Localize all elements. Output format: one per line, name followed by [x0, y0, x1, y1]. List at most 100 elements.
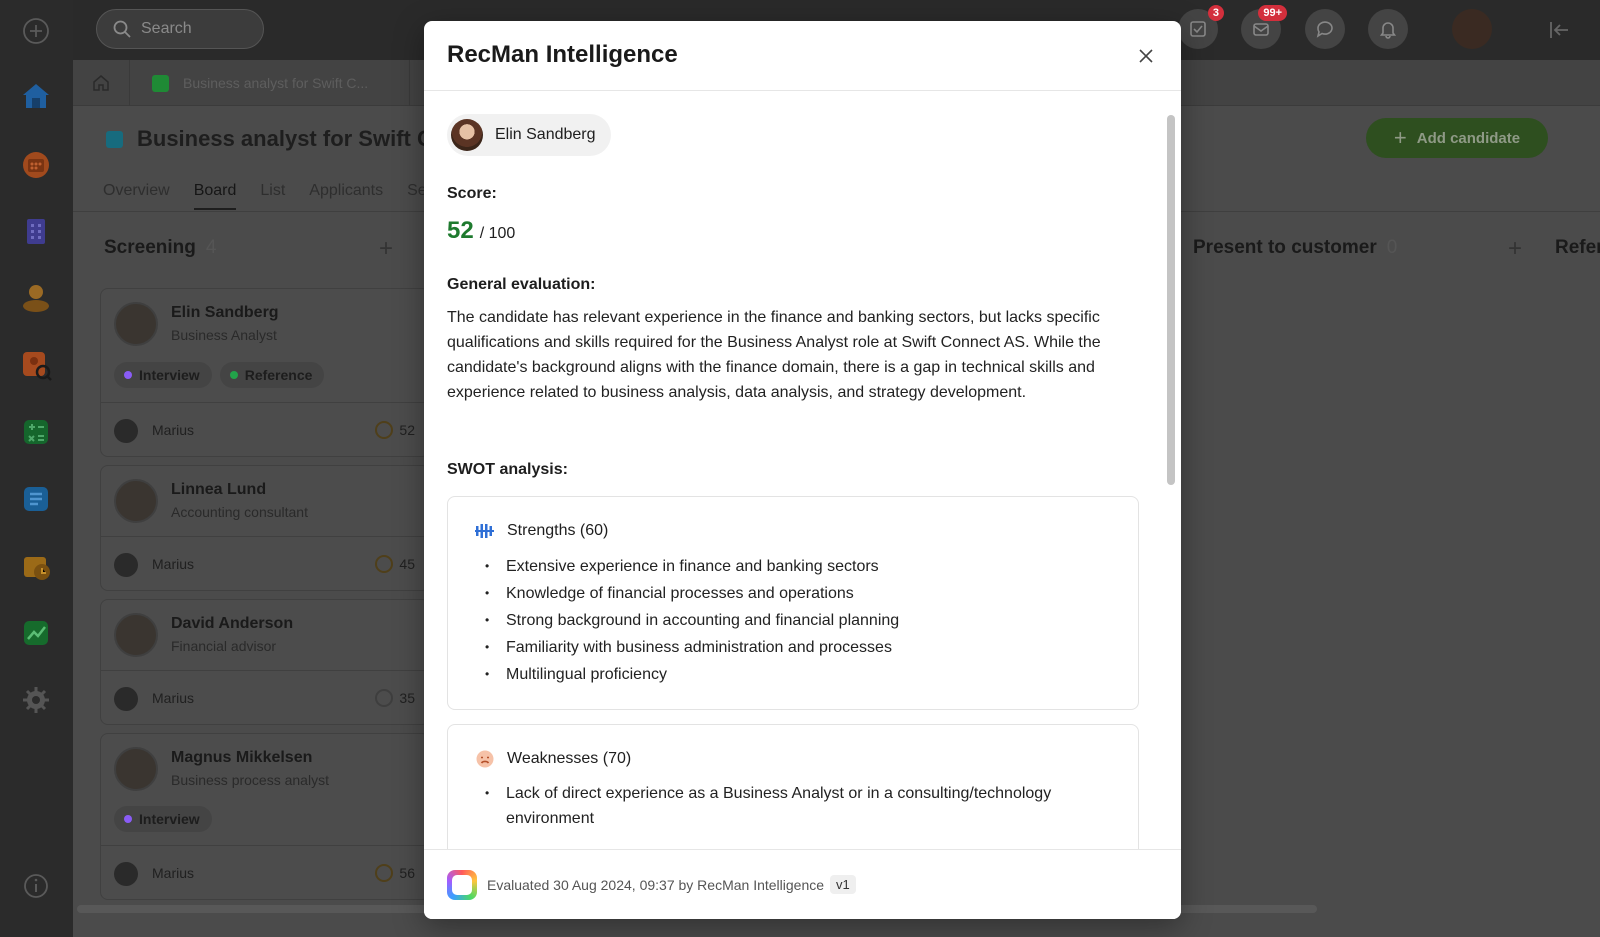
candidate-avatar	[114, 479, 158, 523]
notifications-button[interactable]	[1368, 9, 1408, 49]
tab-list[interactable]: List	[260, 182, 285, 210]
candidate-name: Elin Sandberg	[171, 304, 279, 321]
list-item: Strong background in accounting and fina…	[485, 607, 899, 634]
dialog-body: Elin Sandberg Score: 52 / 100 General ev…	[424, 91, 1181, 849]
page-title-text: Business analyst for Swift Co	[137, 126, 447, 151]
owner-avatar	[114, 862, 138, 886]
dialog-header: RecMan Intelligence	[424, 21, 1181, 91]
documents-app-icon[interactable]	[14, 477, 58, 521]
mail-button[interactable]: 99+	[1241, 5, 1287, 49]
bell-icon	[1379, 22, 1397, 39]
score-indicator: 45	[375, 555, 415, 573]
companies-app-icon[interactable]	[14, 209, 58, 253]
project-color-marker	[152, 74, 169, 92]
dialog-scrollbar[interactable]	[1167, 115, 1175, 485]
settings-app-icon[interactable]	[14, 678, 58, 722]
tab-overview[interactable]: Overview	[103, 182, 170, 210]
score-display: 52 / 100	[447, 217, 515, 245]
tag-list: Interview Reference	[114, 362, 325, 388]
column-title: Screening	[104, 237, 196, 258]
candidate-avatar	[114, 613, 158, 657]
timesheet-app-icon[interactable]	[14, 544, 58, 588]
search-icon	[113, 20, 131, 38]
tasks-button[interactable]: 3	[1178, 5, 1224, 49]
candidates-search-app-icon[interactable]	[14, 343, 58, 387]
status-tag: Interview	[114, 806, 212, 832]
list-item: Extensive experience in finance and bank…	[485, 553, 899, 580]
candidate-card[interactable]: David Anderson Financial advisor Marius …	[100, 599, 430, 725]
search-input[interactable]: Search	[96, 9, 264, 49]
candidate-chip[interactable]: Elin Sandberg	[447, 114, 611, 156]
candidate-card[interactable]: Elin Sandberg Business Analyst Interview…	[100, 288, 430, 457]
status-tag: Reference	[219, 362, 325, 388]
column-count: 4	[205, 237, 217, 258]
version-badge: v1	[830, 875, 856, 894]
calendar-app-icon[interactable]	[14, 142, 58, 186]
calculator-app-icon[interactable]	[14, 410, 58, 454]
close-button[interactable]	[1133, 43, 1159, 69]
add-to-column-icon[interactable]: +	[379, 235, 393, 263]
candidate-role: Financial advisor	[171, 638, 277, 654]
column-header-present: Present to customer 0	[1193, 237, 1397, 259]
user-avatar[interactable]	[1452, 9, 1492, 49]
candidate-avatar	[114, 302, 158, 346]
candidate-card[interactable]: Magnus Mikkelsen Business process analys…	[100, 733, 430, 900]
job-tab-label: Business analyst for Swift C...	[183, 75, 369, 91]
project-color-marker	[106, 130, 123, 148]
column-header-screening: Screening 4	[104, 237, 216, 259]
chat-button[interactable]	[1305, 9, 1345, 49]
evaluation-label: General evaluation:	[447, 276, 596, 293]
add-candidate-button[interactable]: + Add candidate	[1366, 118, 1548, 158]
job-tab[interactable]: Business analyst for Swift C...	[130, 60, 410, 106]
score-indicator: 52	[375, 421, 415, 439]
status-dot	[229, 371, 238, 379]
score-label: Score:	[447, 185, 497, 202]
analytics-app-icon[interactable]	[14, 611, 58, 655]
tab-applicants[interactable]: Applicants	[309, 182, 383, 210]
score-max: / 100	[479, 225, 516, 242]
search-placeholder: Search	[141, 20, 192, 37]
column-count: 0	[1386, 237, 1398, 258]
collapse-sidebar-icon[interactable]	[1548, 18, 1572, 47]
tasks-badge: 3	[1207, 5, 1224, 21]
status-tag: Interview	[114, 362, 212, 388]
candidate-name: David Anderson	[171, 615, 294, 632]
checkbox-icon	[1190, 21, 1206, 37]
app-rail	[0, 0, 73, 937]
people-app-icon[interactable]	[14, 276, 58, 320]
owner-avatar	[114, 419, 138, 443]
candidate-chip-name: Elin Sandberg	[495, 126, 596, 143]
score-value: 52	[447, 217, 474, 244]
list-item: Familiarity with business administration…	[485, 634, 899, 661]
tab-board[interactable]: Board	[193, 182, 237, 210]
candidate-role: Accounting consultant	[171, 504, 308, 520]
weaknesses-title: Weaknesses (70)	[475, 749, 631, 769]
intelligence-dialog: RecMan Intelligence Elin Sandberg Score:…	[424, 21, 1181, 919]
dialog-title: RecMan Intelligence	[447, 41, 678, 68]
info-icon[interactable]	[14, 864, 58, 908]
candidate-role: Business Analyst	[171, 327, 277, 343]
column-title: Refer	[1555, 237, 1600, 258]
status-dot	[124, 371, 132, 379]
home-tab[interactable]	[73, 60, 130, 106]
weaknesses-title-text: Weaknesses (70)	[507, 750, 632, 767]
sad-face-icon	[475, 749, 495, 769]
candidate-avatar	[451, 119, 483, 151]
score-indicator: 56	[375, 864, 415, 882]
strengths-title: Strengths (60)	[475, 521, 608, 541]
add-circle-icon[interactable]	[14, 9, 58, 53]
status-dot	[124, 815, 132, 823]
recman-intelligence-logo	[447, 869, 477, 900]
add-to-column-icon[interactable]: +	[1508, 235, 1522, 263]
candidate-avatar	[114, 747, 158, 791]
candidate-card[interactable]: Linnea Lund Accounting consultant Marius…	[100, 465, 430, 591]
score-indicator: 35	[375, 689, 415, 707]
card-footer: Marius 45	[101, 536, 429, 592]
target-icon	[375, 421, 394, 439]
home-app-icon[interactable]	[14, 74, 58, 118]
candidate-role: Business process analyst	[171, 772, 329, 788]
owner-avatar	[114, 687, 138, 711]
list-item: Multilingual proficiency	[485, 661, 899, 688]
owner-name: Marius	[152, 865, 195, 881]
candidate-name: Linnea Lund	[171, 481, 267, 498]
